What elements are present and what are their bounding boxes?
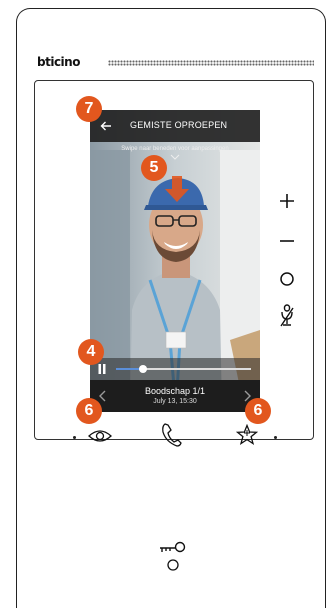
mic-muted-icon[interactable] [278,304,296,330]
phone-icon[interactable] [160,422,182,448]
progress-track[interactable] [116,365,251,373]
brand-logo: bticino [34,56,83,68]
arrow-down-icon [165,176,189,202]
video-screen[interactable]: GEMISTE OPROEPEN Swipe naar beneden voor… [90,110,260,412]
star-icon[interactable] [236,424,258,446]
callout-badge: 6 [245,398,271,424]
chevron-down-icon [170,154,180,160]
key-icon[interactable] [158,540,188,574]
callout-badge: 5 [141,155,167,181]
indicator-dot [274,436,277,439]
brand-row: bticino [34,56,314,70]
speaker-grille [108,60,314,66]
plus-icon[interactable] [278,192,296,210]
message-bar: Boodschap 1/1 July 13, 15:30 [90,380,260,412]
top-bar: GEMISTE OPROEPEN [90,110,260,142]
indicator-dot [73,436,76,439]
message-date: July 13, 15:30 [153,398,197,405]
pause-icon[interactable] [98,364,106,374]
callout-badge: 6 [76,398,102,424]
page-title: GEMISTE OPROEPEN [130,120,228,130]
playback-bar [90,358,260,380]
eye-icon[interactable] [88,428,112,444]
circle-icon[interactable] [278,270,296,288]
callout-badge: 4 [78,339,104,365]
progress-thumb[interactable] [139,365,147,373]
callout-badge: 7 [76,96,102,122]
back-arrow-icon[interactable] [100,120,112,132]
minus-icon[interactable] [278,232,296,250]
message-label: Boodschap 1/1 [144,386,206,396]
swipe-hint: Swipe naar beneden voor aanpassingen [121,146,229,152]
